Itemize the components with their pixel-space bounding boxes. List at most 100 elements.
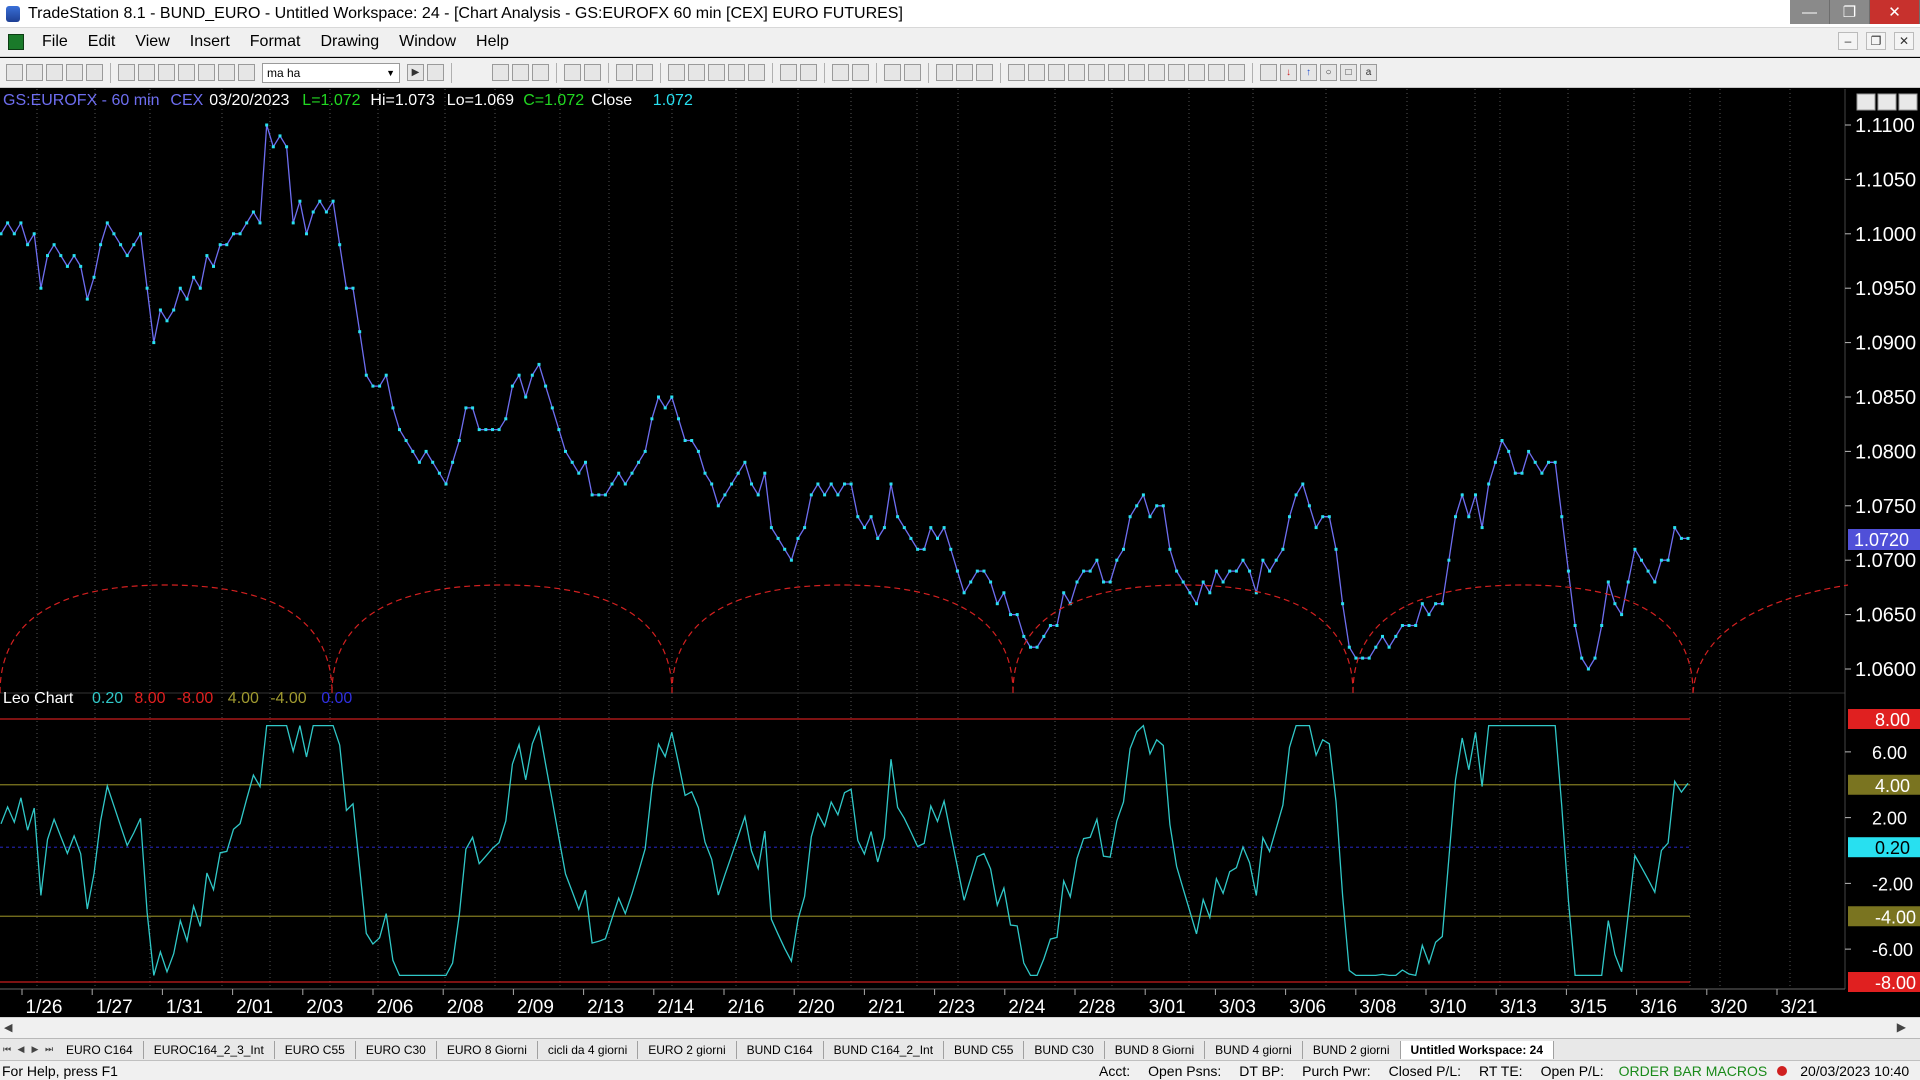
arrow-down-icon[interactable]: ↓ xyxy=(1280,64,1297,81)
arrow-up-icon[interactable]: ↑ xyxy=(1300,64,1317,81)
order-bar-macros[interactable]: ORDER BAR MACROS xyxy=(1613,1063,1774,1079)
mdi-minimize-button[interactable]: – xyxy=(1838,32,1858,50)
pencil-icon[interactable] xyxy=(1228,64,1245,81)
text-icon[interactable]: a xyxy=(1360,64,1377,81)
price-point xyxy=(570,460,574,464)
sessions-icon[interactable] xyxy=(728,64,745,81)
pointer-icon[interactable] xyxy=(884,64,901,81)
fibonacci-icon[interactable] xyxy=(1088,64,1105,81)
globe-icon[interactable] xyxy=(238,64,255,81)
workspace-tab[interactable]: BUND 8 Giorni xyxy=(1105,1040,1206,1059)
price-point xyxy=(212,264,215,268)
channel-icon[interactable] xyxy=(1068,64,1085,81)
zoom-in-icon[interactable] xyxy=(832,64,849,81)
workspace-tab[interactable]: BUND C164 xyxy=(737,1040,824,1059)
workspace-tab[interactable]: BUND 4 giorni xyxy=(1205,1040,1303,1059)
gann-fan-icon[interactable] xyxy=(1108,64,1125,81)
tab-last-icon[interactable]: ⏭ xyxy=(42,1042,56,1058)
lock-icon[interactable] xyxy=(198,64,215,81)
menu-window[interactable]: Window xyxy=(389,33,466,51)
horizontal-line-icon[interactable] xyxy=(1048,64,1065,81)
trendline-icon[interactable] xyxy=(1008,64,1025,81)
indicator-icon[interactable] xyxy=(564,64,581,81)
matrix-icon[interactable] xyxy=(532,64,549,81)
menu-drawing[interactable]: Drawing xyxy=(310,33,389,51)
symbol-input[interactable]: ma ha ▼ xyxy=(262,62,400,83)
chart-analysis-window[interactable]: GS:EUROFX - 60 min CEX 03/20/2023 L=1.072 Hi… xyxy=(0,89,1920,1018)
cascade-icon[interactable] xyxy=(178,64,195,81)
candlestick-icon[interactable] xyxy=(688,64,705,81)
bar-chart-icon[interactable] xyxy=(668,64,685,81)
close-button[interactable]: ✕ xyxy=(1870,0,1920,24)
chart-type-icon[interactable] xyxy=(492,64,509,81)
workspace-tab[interactable]: BUND C30 xyxy=(1024,1040,1105,1059)
maximize-button[interactable]: ❐ xyxy=(1830,0,1870,24)
save-icon[interactable] xyxy=(86,64,103,81)
workspace-tab[interactable]: EURO C55 xyxy=(275,1040,356,1059)
menu-format[interactable]: Format xyxy=(240,33,311,51)
mdi-restore-button[interactable]: ❐ xyxy=(1866,32,1886,50)
workspace-tab[interactable]: EURO 2 giorni xyxy=(638,1040,737,1059)
horizontal-scrollbar[interactable]: ◀ ▶ xyxy=(0,1017,1920,1038)
workspace-tab[interactable]: Untitled Workspace: 24 xyxy=(1400,1040,1555,1059)
print-icon[interactable] xyxy=(118,64,135,81)
hammer-icon[interactable] xyxy=(936,64,953,81)
price-point xyxy=(763,471,767,475)
workspace-tab[interactable]: EURO 8 Giorni xyxy=(437,1040,538,1059)
chart-window-icon[interactable] xyxy=(8,34,24,50)
print-preview-icon[interactable] xyxy=(138,64,155,81)
copy-icon[interactable] xyxy=(66,64,83,81)
zoom-out-icon[interactable] xyxy=(852,64,869,81)
bar-spacing-icon[interactable] xyxy=(748,64,765,81)
strategy-icon[interactable] xyxy=(584,64,601,81)
toolbar-separator xyxy=(824,62,825,83)
workspace-tab[interactable]: EURO C164 xyxy=(56,1040,144,1059)
tools-icon[interactable] xyxy=(218,64,235,81)
tab-prev-icon[interactable]: ◀ xyxy=(14,1042,28,1058)
scan-icon[interactable] xyxy=(956,64,973,81)
radar-icon[interactable] xyxy=(512,64,529,81)
chevron-down-icon[interactable]: ▼ xyxy=(386,68,399,78)
workspace-tab[interactable]: BUND 2 giorni xyxy=(1303,1040,1401,1059)
regression-icon[interactable] xyxy=(1188,64,1205,81)
menu-edit[interactable]: Edit xyxy=(78,33,126,51)
format-icon[interactable] xyxy=(616,64,633,81)
mdi-close-button[interactable]: ✕ xyxy=(1894,32,1914,50)
chart-window-button xyxy=(1877,93,1897,111)
menu-file[interactable]: File xyxy=(32,33,78,51)
vertical-line-icon[interactable] xyxy=(1028,64,1045,81)
data-window-icon[interactable] xyxy=(708,64,725,81)
menu-help[interactable]: Help xyxy=(466,33,519,51)
refresh-icon[interactable] xyxy=(636,64,653,81)
open-icon[interactable] xyxy=(26,64,43,81)
ellipse-icon[interactable]: ○ xyxy=(1320,64,1337,81)
curve-icon[interactable] xyxy=(1260,64,1277,81)
menu-view[interactable]: View xyxy=(125,33,179,51)
speedline-icon[interactable] xyxy=(1128,64,1145,81)
window-icon[interactable] xyxy=(158,64,175,81)
open-workspace-icon[interactable] xyxy=(46,64,63,81)
expand-icon[interactable] xyxy=(800,64,817,81)
workspace-tab[interactable]: cicli da 4 giorni xyxy=(538,1040,639,1059)
scroll-left-icon[interactable]: ◀ xyxy=(4,1021,12,1034)
arc-icon[interactable] xyxy=(1208,64,1225,81)
new-icon[interactable] xyxy=(6,64,23,81)
menu-insert[interactable]: Insert xyxy=(180,33,240,51)
minimize-button[interactable]: — xyxy=(1790,0,1830,24)
crosshair-icon[interactable] xyxy=(904,64,921,81)
arrow-icon[interactable] xyxy=(1168,64,1185,81)
compress-icon[interactable] xyxy=(780,64,797,81)
scroll-right-icon[interactable]: ▶ xyxy=(1897,1020,1906,1034)
workspace-tab[interactable]: EURO C30 xyxy=(356,1040,437,1059)
workspace-tab[interactable]: EUROC164_2_3_Int xyxy=(144,1040,275,1059)
workspace-tab[interactable]: BUND C164_2_Int xyxy=(824,1040,945,1059)
price-chart[interactable]: GS:EUROFX - 60 min CEX 03/20/2023 L=1.072 Hi… xyxy=(0,89,1920,1018)
tab-next-icon[interactable]: ▶ xyxy=(28,1042,42,1058)
andrews-pitchfork-icon[interactable] xyxy=(1148,64,1165,81)
blank-icon[interactable] xyxy=(976,64,993,81)
rectangle-icon[interactable]: □ xyxy=(1340,64,1357,81)
workspace-tab[interactable]: BUND C55 xyxy=(944,1040,1025,1059)
play-icon[interactable]: ▶ xyxy=(407,64,424,81)
search-icon[interactable] xyxy=(427,64,444,81)
tab-first-icon[interactable]: ⏮ xyxy=(0,1042,14,1058)
